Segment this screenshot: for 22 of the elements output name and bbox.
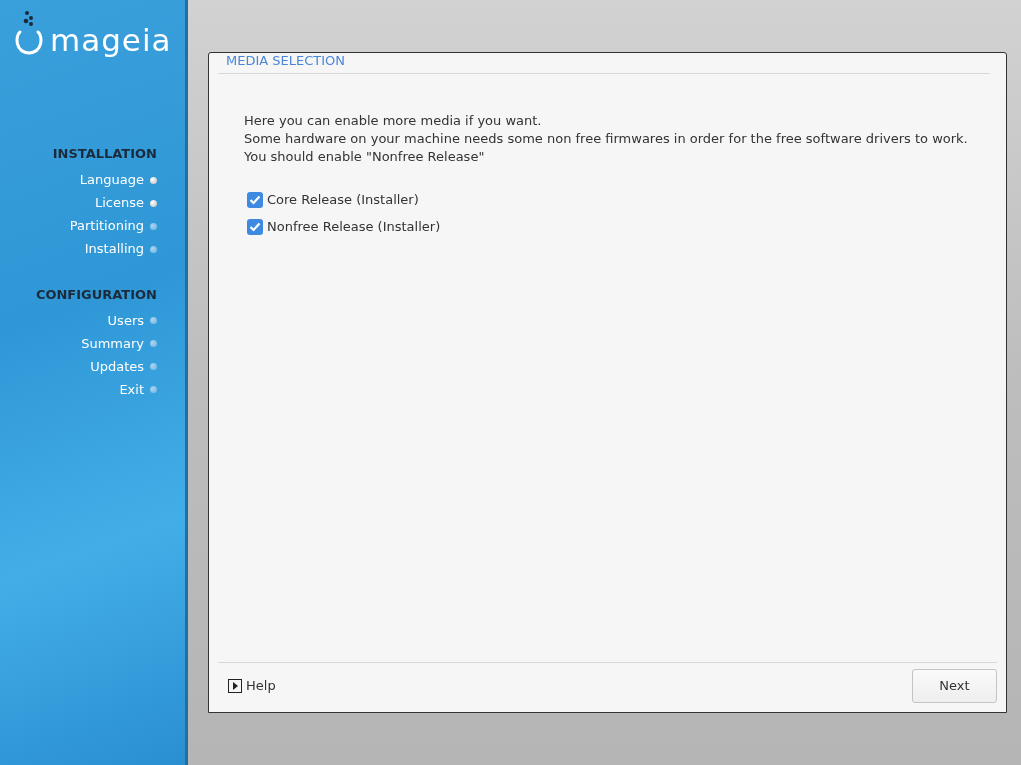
section-heading: INSTALLATION (52, 145, 157, 163)
checkbox-label: Core Release (Installer) (267, 190, 419, 209)
checkbox-label: Nonfree Release (Installer) (267, 217, 441, 236)
step-label: Language (79, 171, 144, 190)
description-text: Here you can enable more media if you want. (244, 112, 543, 130)
next-button[interactable]: Next (912, 669, 997, 703)
step-label: Users (107, 311, 144, 330)
description-text: You should enable "Nonfree Release" (244, 148, 486, 166)
step-label: Exit (119, 380, 144, 399)
help-button[interactable]: Help (218, 676, 276, 696)
checkbox[interactable] (247, 191, 263, 208)
step-label: Partitioning (69, 217, 144, 236)
step-label: Installing (84, 240, 144, 259)
dialog-title: MEDIA SELECTION (218, 53, 990, 74)
step-label: Updates (90, 357, 144, 376)
step-label: Summary (81, 334, 144, 353)
step-label: License (95, 194, 144, 213)
logo-text: mageia (50, 20, 172, 56)
section-heading: CONFIGURATION (35, 285, 157, 304)
checkbox[interactable] (247, 218, 263, 235)
cauldron-icon (14, 10, 44, 56)
description-text: Some hardware on your machine needs some non free firmwares in order for the free software drivers to work. (244, 130, 969, 148)
